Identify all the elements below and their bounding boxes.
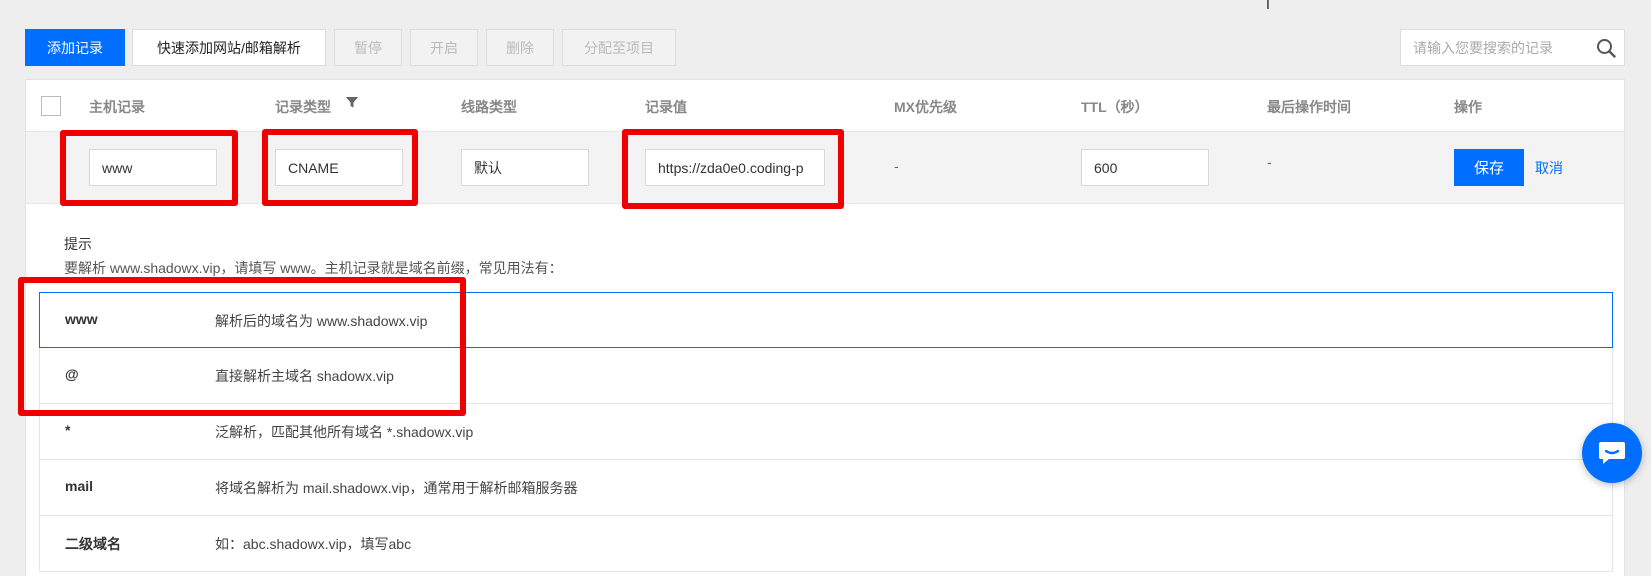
text-cursor-icon: I <box>1266 0 1270 12</box>
pause-button[interactable]: 暂停 <box>334 29 402 66</box>
header-host: 主机记录 <box>89 99 145 115</box>
line-select[interactable] <box>461 149 589 186</box>
header-value: 记录值 <box>645 99 687 115</box>
tip-key: www <box>65 311 98 327</box>
header-ttl: TTL（秒） <box>1081 99 1149 115</box>
header-mx: MX优先级 <box>894 99 957 115</box>
type-select[interactable] <box>275 149 403 186</box>
cancel-link[interactable]: 取消 <box>1535 158 1563 178</box>
list-item: mail 将域名解析为 mail.shadowx.vip，通常用于解析邮箱服务器 <box>39 460 1613 516</box>
header-type: 记录类型 <box>275 99 331 115</box>
search-box <box>1400 29 1625 66</box>
tip-desc: 直接解析主域名 shadowx.vip <box>215 368 394 384</box>
list-item: * 泛解析，匹配其他所有域名 *.shadowx.vip <box>39 404 1613 460</box>
chat-button[interactable] <box>1582 423 1642 483</box>
tip-desc: 如：abc.shadowx.vip，填写abc <box>215 536 412 552</box>
delete-button[interactable]: 删除 <box>486 29 554 66</box>
quick-add-button[interactable]: 快速添加网站/邮箱解析 <box>132 29 326 66</box>
chat-icon <box>1599 442 1625 464</box>
search-icon[interactable] <box>1596 38 1616 58</box>
ttl-input[interactable] <box>1081 149 1209 186</box>
list-item: www 解析后的域名为 www.shadowx.vip <box>39 292 1613 348</box>
tip-key: @ <box>65 366 79 382</box>
value-input[interactable] <box>645 149 825 186</box>
save-button[interactable]: 保存 <box>1454 149 1524 186</box>
records-panel: 主机记录 记录类型 线路类型 记录值 MX优先级 TTL（秒） 最后操作时间 操… <box>25 79 1625 576</box>
assign-project-button[interactable]: 分配至项目 <box>562 29 676 66</box>
host-usage-list: www 解析后的域名为 www.shadowx.vip @ 直接解析主域名 sh… <box>39 292 1613 572</box>
tip-desc: 将域名解析为 mail.shadowx.vip，通常用于解析邮箱服务器 <box>215 480 578 496</box>
select-all-checkbox[interactable] <box>41 96 61 116</box>
tip-key: 二级域名 <box>65 536 121 552</box>
tip-desc: 泛解析，匹配其他所有域名 *.shadowx.vip <box>215 424 474 440</box>
tip-key: mail <box>65 478 94 494</box>
host-input[interactable] <box>89 149 217 186</box>
add-record-button[interactable]: 添加记录 <box>25 29 125 66</box>
search-input[interactable] <box>1401 30 1591 65</box>
header-action: 操作 <box>1454 99 1482 115</box>
last-op-value: - <box>1267 154 1272 170</box>
edit-record-row: - - 保存 取消 <box>26 132 1624 204</box>
list-item: @ 直接解析主域名 shadowx.vip <box>39 348 1613 404</box>
tip-key: * <box>65 422 71 438</box>
enable-button[interactable]: 开启 <box>410 29 478 66</box>
hint-title: 提示 <box>64 236 92 252</box>
mx-value: - <box>894 158 899 174</box>
filter-icon[interactable] <box>345 95 359 109</box>
hint-text: 要解析 www.shadowx.vip，请填写 www。主机记录就是域名前缀，常… <box>64 260 563 276</box>
header-line: 线路类型 <box>461 99 517 115</box>
table-header: 主机记录 记录类型 线路类型 记录值 MX优先级 TTL（秒） 最后操作时间 操… <box>26 80 1624 132</box>
list-item: 二级域名 如：abc.shadowx.vip，填写abc <box>39 516 1613 572</box>
header-last-op: 最后操作时间 <box>1267 99 1351 115</box>
tip-desc: 解析后的域名为 www.shadowx.vip <box>215 313 428 329</box>
